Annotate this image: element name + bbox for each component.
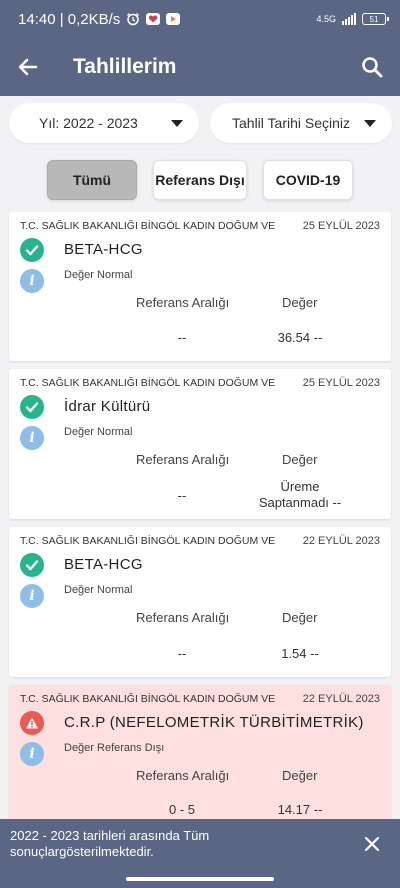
notification-app-icon — [146, 13, 161, 25]
check-circle-icon — [20, 553, 44, 577]
results-list: T.C. SAĞLIK BAKANLIĞI BİNGÖL KADIN DOĞUM… — [9, 212, 391, 833]
close-icon — [364, 836, 380, 852]
caret-down-icon — [364, 119, 376, 127]
snackbar-message-line2: sonuçlargösterilmektedir. — [10, 844, 154, 859]
result-value-line1: Üreme — [280, 479, 320, 494]
tab-out-of-reference[interactable]: Referans Dışı — [153, 160, 247, 200]
result-card[interactable]: T.C. SAĞLIK BAKANLIĞI BİNGÖL KADIN DOĞUM… — [9, 685, 391, 825]
test-name: BETA-HCG — [64, 556, 143, 573]
result-card[interactable]: T.C. SAĞLIK BAKANLIĞI BİNGÖL KADIN DOĞUM… — [9, 527, 391, 677]
test-name: BETA-HCG — [64, 241, 143, 258]
snackbar-message-line1: 2022 - 2023 tarihleri arasında Tüm — [10, 828, 210, 843]
battery-level: 51 — [369, 14, 379, 24]
check-circle-icon — [20, 238, 44, 262]
value-header: Değer — [282, 768, 318, 783]
info-icon[interactable]: i — [20, 269, 44, 293]
signal-icon — [342, 13, 356, 25]
result-status-text: Değer Normal — [64, 269, 133, 281]
reference-range-value: -- — [177, 330, 187, 345]
check-circle-icon — [20, 395, 44, 419]
back-button[interactable] — [0, 38, 56, 96]
filter-row: Yıl: 2022 - 2023 Tahlil Tarihi Seçiniz — [9, 103, 392, 143]
warning-triangle-icon — [20, 711, 44, 735]
result-value-line2: Saptanmadı -- — [258, 495, 342, 510]
result-status-text: Değer Referans Dışı — [64, 742, 165, 754]
result-date: 22 EYLÜL 2023 — [302, 693, 380, 705]
value-header: Değer — [282, 295, 318, 310]
reference-range-header: Referans Aralığı — [136, 295, 230, 310]
network-type-label: 4.5G — [316, 14, 336, 24]
result-card[interactable]: T.C. SAĞLIK BAKANLIĞI BİNGÖL KADIN DOĞUM… — [9, 369, 391, 519]
snackbar-message: 2022 - 2023 tarihleri arasında Tüm sonuç… — [10, 828, 354, 860]
caret-down-icon — [171, 119, 183, 127]
institution-name: T.C. SAĞLIK BAKANLIĞI BİNGÖL KADIN DOĞUM… — [20, 535, 276, 547]
value-header: Değer — [282, 610, 318, 625]
year-dropdown[interactable]: Yıl: 2022 - 2023 — [9, 103, 199, 143]
page-title: Tahlillerim — [73, 55, 177, 78]
alarm-icon — [126, 12, 140, 26]
search-icon — [362, 57, 383, 78]
result-status-text: Değer Normal — [64, 584, 133, 596]
play-app-icon — [166, 13, 181, 25]
test-name: İdrar Kültürü — [64, 398, 151, 415]
date-dropdown-label: Tahlil Tarihi Seçiniz — [232, 115, 351, 131]
institution-name: T.C. SAĞLIK BAKANLIĞI BİNGÖL KADIN DOĞUM… — [20, 220, 276, 232]
tab-covid-19[interactable]: COVID-19 — [263, 160, 353, 200]
reference-range-header: Referans Aralığı — [136, 610, 230, 625]
reference-range-value: -- — [177, 488, 187, 503]
institution-name: T.C. SAĞLIK BAKANLIĞI BİNGÖL KADIN DOĞUM… — [20, 693, 276, 705]
home-gesture-handle[interactable] — [126, 877, 274, 881]
info-icon[interactable]: i — [20, 426, 44, 450]
test-name: C.R.P (NEFELOMETRİK TÜRBİTİMETRİK) — [64, 714, 364, 731]
app-bar: Tahlillerim — [0, 38, 400, 96]
info-icon[interactable]: i — [20, 584, 44, 608]
tab-all[interactable]: Tümü — [47, 160, 137, 200]
arrow-left-icon — [18, 58, 38, 76]
year-dropdown-label: Yıl: 2022 - 2023 — [39, 115, 138, 131]
institution-name: T.C. SAĞLIK BAKANLIĞI BİNGÖL KADIN DOĞUM… — [20, 377, 276, 389]
result-value: 14.17 -- — [277, 802, 323, 817]
result-date: 25 EYLÜL 2023 — [302, 377, 380, 389]
result-date: 25 EYLÜL 2023 — [302, 220, 380, 232]
status-bar: 14:40 | 0,2KB/s 4.5G 51 — [0, 0, 400, 38]
result-date: 22 EYLÜL 2023 — [302, 535, 380, 547]
system-nav-bar — [0, 869, 400, 888]
reference-range-header: Referans Aralığı — [136, 452, 230, 467]
value-header: Değer — [282, 452, 318, 467]
snackbar: 2022 - 2023 tarihleri arasında Tüm sonuç… — [0, 819, 400, 869]
result-status-text: Değer Normal — [64, 426, 133, 438]
result-card[interactable]: T.C. SAĞLIK BAKANLIĞI BİNGÖL KADIN DOĞUM… — [9, 212, 391, 361]
search-button[interactable] — [344, 38, 400, 96]
filter-tabs: Tümü Referans Dışı COVID-19 — [47, 160, 353, 200]
battery-icon: 51 — [362, 13, 389, 25]
date-dropdown[interactable]: Tahlil Tarihi Seçiniz — [210, 103, 392, 143]
reference-range-value: 0 - 5 — [168, 802, 195, 817]
result-value: 36.54 -- — [277, 330, 323, 345]
result-value: 1.54 -- — [281, 646, 319, 661]
info-icon[interactable]: i — [20, 742, 44, 766]
reference-range-header: Referans Aralığı — [136, 768, 230, 783]
snackbar-close-button[interactable] — [354, 826, 390, 862]
status-time-speed: 14:40 | 0,2KB/s — [18, 10, 121, 28]
reference-range-value: -- — [177, 646, 187, 661]
